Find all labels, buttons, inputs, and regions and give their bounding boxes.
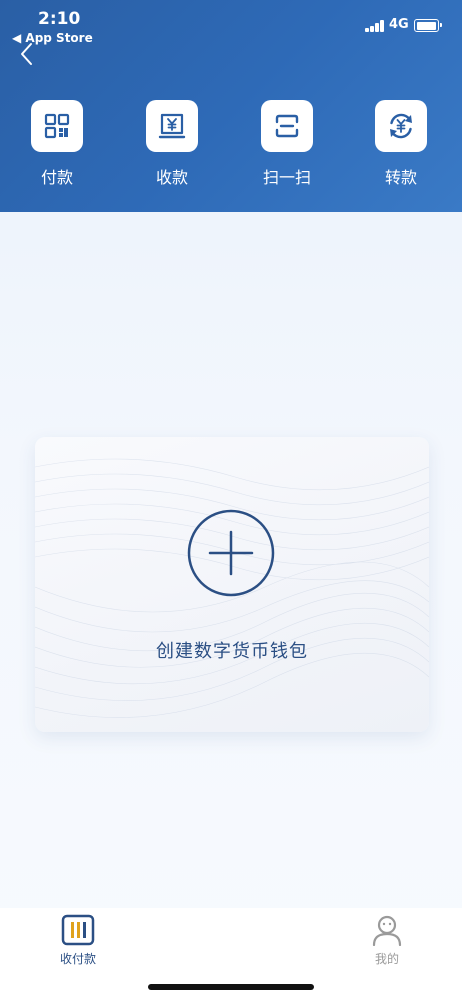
tab-label: 收付款	[59, 952, 96, 966]
create-wallet-label: 创建数字货币钱包	[156, 641, 308, 662]
qr-code-icon	[44, 113, 70, 139]
status-bar: 2:10 ◀ App Store 4G	[0, 0, 462, 50]
scan-button[interactable]: 扫一扫	[247, 100, 327, 188]
tab-pay-receive[interactable]: 收付款	[28, 914, 128, 967]
quick-actions: 付款 收款 扫一扫 转款	[0, 100, 462, 190]
create-wallet-card[interactable]: 创建数字货币钱包	[35, 437, 429, 732]
pay-receive-icon	[61, 914, 95, 946]
back-button[interactable]	[16, 40, 38, 68]
network-type: 4G	[389, 17, 409, 32]
chevron-left-icon	[21, 43, 32, 65]
battery-icon	[414, 19, 442, 32]
status-time: 2:10	[38, 9, 81, 29]
transfer-button[interactable]: 转款	[361, 100, 441, 188]
scan-icon	[275, 114, 299, 138]
yuan-receipt-icon	[158, 113, 186, 139]
action-label: 扫一扫	[262, 168, 311, 187]
header: 2:10 ◀ App Store 4G 付款 收款 扫一扫 转款	[0, 0, 462, 212]
action-label: 付款	[40, 168, 73, 187]
home-indicator[interactable]	[148, 984, 314, 990]
plus-circle-icon	[187, 509, 275, 597]
receive-button[interactable]: 收款	[132, 100, 212, 188]
tab-label: 我的	[374, 952, 399, 966]
action-label: 转款	[384, 168, 417, 187]
profile-icon	[372, 915, 402, 946]
signal-icon	[365, 20, 386, 32]
action-label: 收款	[155, 168, 188, 187]
pay-button[interactable]: 付款	[17, 100, 97, 188]
yuan-transfer-icon	[390, 113, 412, 139]
tab-mine[interactable]: 我的	[337, 914, 437, 967]
